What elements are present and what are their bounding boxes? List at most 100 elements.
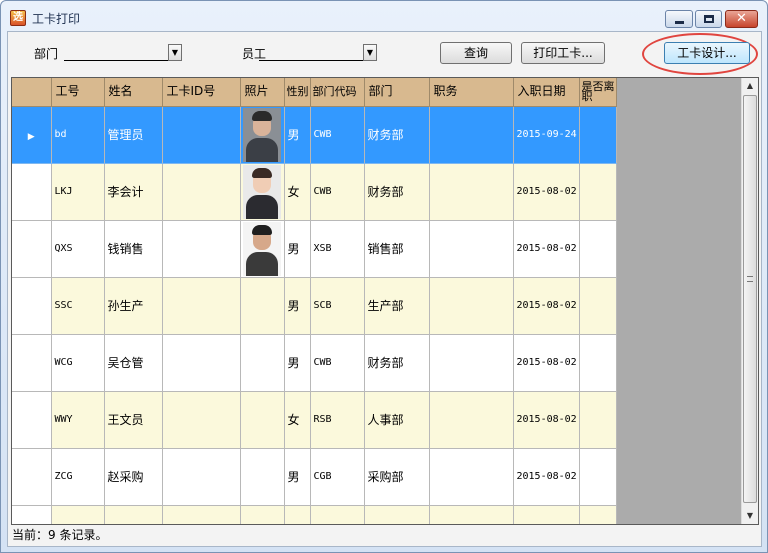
photo-cell[interactable] <box>240 277 285 335</box>
col-header-hire[interactable]: 入职日期 <box>513 78 580 107</box>
cell-name[interactable]: 吴仓管 <box>104 334 163 392</box>
cell-card[interactable] <box>162 391 241 449</box>
col-header-photo[interactable]: 照片 <box>240 78 285 107</box>
cell-position[interactable] <box>429 106 514 164</box>
table-row[interactable] <box>12 505 617 524</box>
photo-cell[interactable] <box>240 391 285 449</box>
maximize-button[interactable] <box>695 10 722 28</box>
cell-gender[interactable] <box>284 505 311 524</box>
query-button[interactable]: 查询 <box>440 42 512 64</box>
photo-cell[interactable] <box>240 334 285 392</box>
cell-position[interactable] <box>429 448 514 506</box>
cell-id[interactable]: SSC <box>51 277 105 335</box>
cell-position[interactable] <box>429 505 514 524</box>
row-header[interactable] <box>12 334 52 392</box>
cell-position[interactable] <box>429 334 514 392</box>
photo-cell[interactable] <box>240 448 285 506</box>
cell-gender[interactable]: 女 <box>284 391 311 449</box>
photo-cell[interactable] <box>240 220 285 278</box>
row-header[interactable] <box>12 277 52 335</box>
row-header[interactable] <box>12 448 52 506</box>
cell-dept[interactable]: 采购部 <box>364 448 430 506</box>
cell-name[interactable] <box>104 505 163 524</box>
col-header-gender[interactable]: 性别 <box>284 78 311 107</box>
cell-deptcode[interactable]: SCB <box>310 277 365 335</box>
cell-position[interactable] <box>429 220 514 278</box>
cell-position[interactable] <box>429 391 514 449</box>
cell-hire[interactable]: 2015-08-02 <box>513 163 580 221</box>
cell-resigned[interactable] <box>579 391 617 449</box>
col-header-name[interactable]: 姓名 <box>104 78 163 107</box>
cell-hire[interactable]: 2015-08-02 <box>513 277 580 335</box>
cell-gender[interactable]: 男 <box>284 334 311 392</box>
cell-hire[interactable]: 2015-08-02 <box>513 391 580 449</box>
cell-deptcode[interactable]: XSB <box>310 220 365 278</box>
cell-hire[interactable] <box>513 505 580 524</box>
photo-cell[interactable] <box>240 106 285 164</box>
scroll-down-icon[interactable]: ▼ <box>742 508 758 524</box>
cell-id[interactable]: WCG <box>51 334 105 392</box>
cell-name[interactable]: 李会计 <box>104 163 163 221</box>
table-row[interactable]: QXS 钱销售 男 XSB 销售部 2015-08-02 <box>12 220 617 278</box>
cell-card[interactable] <box>162 334 241 392</box>
row-header[interactable] <box>12 505 52 524</box>
cell-gender[interactable]: 男 <box>284 220 311 278</box>
cell-resigned[interactable] <box>579 106 617 164</box>
cell-card[interactable] <box>162 277 241 335</box>
chevron-down-icon[interactable]: ▼ <box>363 44 377 61</box>
cell-deptcode[interactable]: CWB <box>310 163 365 221</box>
photo-cell[interactable] <box>240 163 285 221</box>
cell-hire[interactable]: 2015-09-24 <box>513 106 580 164</box>
cell-resigned[interactable] <box>579 277 617 335</box>
cell-gender[interactable]: 女 <box>284 163 311 221</box>
cell-name[interactable]: 王文员 <box>104 391 163 449</box>
table-row[interactable]: WWY 王文员 女 RSB 人事部 2015-08-02 <box>12 391 617 449</box>
cell-resigned[interactable] <box>579 334 617 392</box>
cell-id[interactable] <box>51 505 105 524</box>
cell-dept[interactable]: 财务部 <box>364 163 430 221</box>
cell-card[interactable] <box>162 448 241 506</box>
cell-hire[interactable]: 2015-08-02 <box>513 220 580 278</box>
cell-gender[interactable]: 男 <box>284 277 311 335</box>
cell-position[interactable] <box>429 163 514 221</box>
dept-combo[interactable]: ▼ <box>64 44 182 61</box>
cell-name[interactable]: 赵采购 <box>104 448 163 506</box>
col-header-dept[interactable]: 部门 <box>364 78 430 107</box>
row-header[interactable]: ▶ <box>12 106 52 164</box>
cell-name[interactable]: 钱销售 <box>104 220 163 278</box>
employee-grid[interactable]: 工号 姓名 工卡ID号 照片 性别 部门代码 部门 职务 入职日期 是否离职 ▶… <box>11 77 759 525</box>
vertical-scrollbar[interactable]: ▲ ▼ <box>741 78 758 524</box>
scroll-up-icon[interactable]: ▲ <box>742 78 758 94</box>
cell-deptcode[interactable]: CWB <box>310 106 365 164</box>
cell-card[interactable] <box>162 220 241 278</box>
cell-resigned[interactable] <box>579 163 617 221</box>
col-header-deptcode[interactable]: 部门代码 <box>310 78 365 107</box>
row-header[interactable] <box>12 163 52 221</box>
cell-hire[interactable]: 2015-08-02 <box>513 448 580 506</box>
cell-name[interactable]: 孙生产 <box>104 277 163 335</box>
cell-gender[interactable]: 男 <box>284 106 311 164</box>
table-row[interactable]: ▶ bd 管理员 男 CWB 财务部 2015-09-24 <box>12 106 617 164</box>
cell-deptcode[interactable]: CWB <box>310 334 365 392</box>
cell-dept[interactable]: 生产部 <box>364 277 430 335</box>
cell-dept[interactable]: 财务部 <box>364 106 430 164</box>
cell-id[interactable]: LKJ <box>51 163 105 221</box>
cell-name[interactable]: 管理员 <box>104 106 163 164</box>
card-design-button[interactable]: 工卡设计... <box>664 42 750 64</box>
col-header-card[interactable]: 工卡ID号 <box>162 78 241 107</box>
cell-id[interactable]: QXS <box>51 220 105 278</box>
cell-id[interactable]: bd <box>51 106 105 164</box>
col-header-id[interactable]: 工号 <box>51 78 105 107</box>
print-card-button[interactable]: 打印工卡... <box>521 42 605 64</box>
table-row[interactable]: SSC 孙生产 男 SCB 生产部 2015-08-02 <box>12 277 617 335</box>
cell-resigned[interactable] <box>579 448 617 506</box>
col-header-position[interactable]: 职务 <box>429 78 514 107</box>
cell-card[interactable] <box>162 505 241 524</box>
cell-dept[interactable] <box>364 505 430 524</box>
employee-combo[interactable]: ▼ <box>259 44 377 61</box>
cell-card[interactable] <box>162 106 241 164</box>
cell-hire[interactable]: 2015-08-02 <box>513 334 580 392</box>
cell-dept[interactable]: 销售部 <box>364 220 430 278</box>
row-header[interactable] <box>12 391 52 449</box>
cell-deptcode[interactable]: RSB <box>310 391 365 449</box>
